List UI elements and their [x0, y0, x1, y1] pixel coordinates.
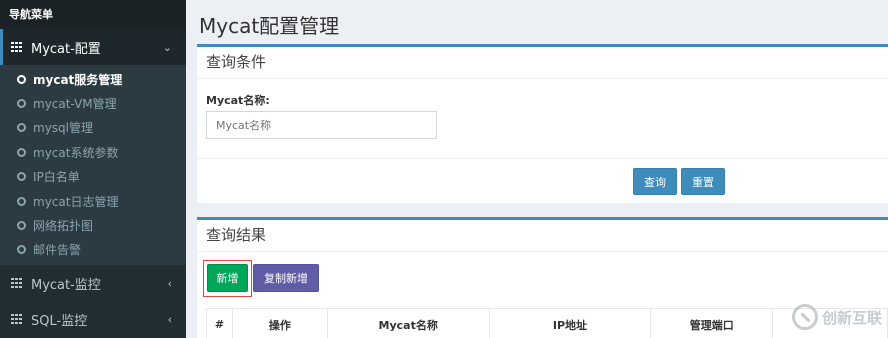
- column-header-mycat-name[interactable]: Mycat名称: [326, 308, 490, 338]
- chevron-left-icon: ‹: [167, 276, 172, 290]
- watermark: 创新互联: [791, 304, 882, 330]
- submenu-item-label: mysql管理: [33, 121, 93, 136]
- submenu-item-label: mycat系统参数: [33, 145, 119, 160]
- submenu-item-email-alert[interactable]: 邮件告警: [0, 238, 186, 262]
- column-header-ip-address[interactable]: IP地址: [488, 308, 652, 338]
- grid-icon: [11, 278, 23, 289]
- submenu-item-label: IP白名单: [33, 170, 80, 185]
- circle-icon: [17, 172, 26, 182]
- menu-group-label: Mycat-监控: [31, 277, 101, 293]
- sidebar-header: 导航菜单: [0, 0, 186, 29]
- submenu-item-label: mycat服务管理: [33, 72, 123, 87]
- submenu-item-label: 网络拓扑图: [33, 219, 94, 234]
- submenu-item-label: mycat日志管理: [33, 194, 119, 209]
- submenu-item-mycat-service[interactable]: mycat服务管理: [0, 67, 186, 91]
- reset-button[interactable]: 重置: [681, 168, 725, 195]
- add-button-highlight: 新增: [203, 260, 252, 297]
- submenu-item-mysql[interactable]: mysql管理: [0, 116, 186, 140]
- circle-icon: [17, 196, 26, 206]
- submenu-item-label: 邮件告警: [33, 243, 82, 258]
- menu-group-sql-monitor[interactable]: SQL-监控 ‹: [0, 301, 186, 338]
- column-header-index[interactable]: #: [206, 308, 233, 338]
- mycat-name-label: Mycat名称:: [206, 94, 270, 107]
- query-button[interactable]: 查询: [633, 168, 677, 195]
- chevron-down-icon: ⌄: [162, 40, 172, 54]
- watermark-logo-icon: [791, 304, 818, 330]
- sidebar: 导航菜单 Mycat-配置 ⌄ mycat服务管理 mycat-VM管理 mys…: [0, 0, 186, 338]
- result-box-title: 查询结果: [197, 220, 888, 252]
- query-box: 查询条件 Mycat名称: 查询 重置: [197, 44, 888, 203]
- add-button[interactable]: 新增: [207, 264, 248, 292]
- menu-group-mycat-config[interactable]: Mycat-配置 ⌄: [0, 29, 186, 65]
- circle-icon: [17, 123, 26, 133]
- menu-group-label: Mycat-配置: [31, 41, 101, 57]
- query-box-title: 查询条件: [197, 47, 888, 79]
- divider: [197, 158, 888, 159]
- main-content: Mycat配置管理 查询条件 Mycat名称: 查询 重置 查询结果 新增 复制…: [186, 0, 888, 338]
- submenu-item-mycat-vm[interactable]: mycat-VM管理: [0, 91, 186, 115]
- circle-icon: [17, 221, 26, 231]
- mycat-name-input[interactable]: [206, 111, 437, 139]
- grid-icon: [11, 314, 23, 325]
- watermark-text: 创新互联: [821, 308, 882, 327]
- circle-icon: [17, 245, 26, 255]
- circle-icon: [17, 74, 26, 84]
- menu-group-mycat-monitor[interactable]: Mycat-监控 ‹: [0, 265, 186, 302]
- column-header-actions[interactable]: 操作: [231, 308, 328, 338]
- submenu-mycat-config: mycat服务管理 mycat-VM管理 mysql管理 mycat系统参数 I…: [0, 65, 186, 266]
- submenu-item-mycat-params[interactable]: mycat系统参数: [0, 140, 186, 164]
- column-header-admin-port[interactable]: 管理端口: [650, 308, 774, 338]
- circle-icon: [17, 147, 26, 157]
- result-box: 查询结果 新增 复制新增 # 操作 Mycat名称 IP地址 管理端口: [197, 217, 888, 338]
- copy-add-button[interactable]: 复制新增: [253, 264, 319, 292]
- submenu-item-ip-whitelist[interactable]: IP白名单: [0, 165, 186, 189]
- submenu-item-mycat-logs[interactable]: mycat日志管理: [0, 189, 186, 213]
- page-title: Mycat配置管理: [199, 14, 340, 38]
- table-header-row: # 操作 Mycat名称 IP地址 管理端口: [206, 308, 888, 338]
- grid-icon: [11, 42, 23, 52]
- submenu-item-network-topology[interactable]: 网络拓扑图: [0, 213, 186, 237]
- circle-icon: [17, 99, 26, 109]
- menu-group-label: SQL-监控: [31, 313, 88, 329]
- submenu-item-label: mycat-VM管理: [33, 97, 117, 112]
- results-table: # 操作 Mycat名称 IP地址 管理端口: [206, 308, 888, 338]
- chevron-left-icon: ‹: [167, 312, 172, 326]
